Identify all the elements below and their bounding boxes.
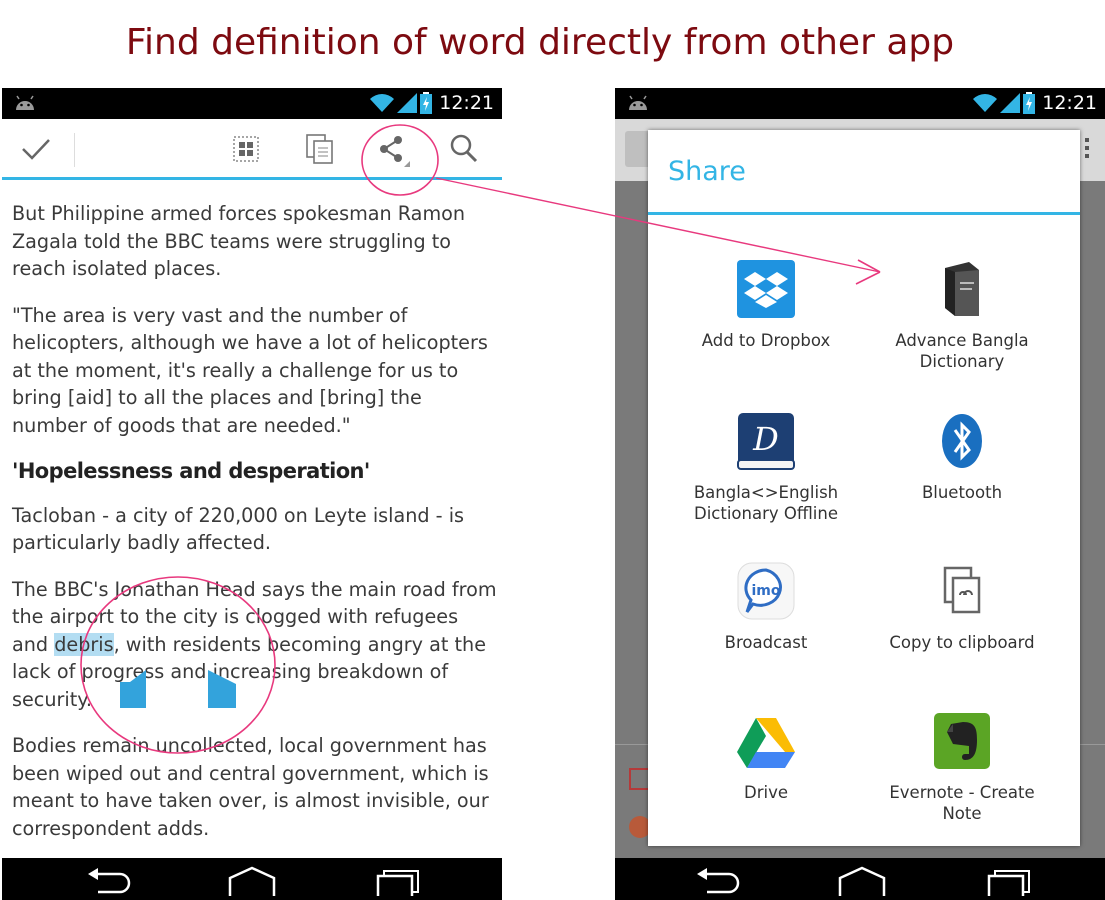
wifi-icon [370,94,395,112]
share-item-label: Broadcast [724,633,808,652]
svg-text:D: D [752,420,779,458]
article-heading: 'Hopelessness and desperation' [12,459,370,483]
selection-handles[interactable] [118,670,238,710]
back-icon[interactable] [84,866,132,896]
share-item-bangla-english-dictionary[interactable]: D Bangla<>English Dictionary Offline [676,410,856,524]
share-item-label: Bangla<>English Dictionary Offline [693,483,839,523]
share-item-advance-bangla[interactable]: Advance Bangla Dictionary [872,258,1052,372]
selection-handle-end[interactable] [208,670,236,708]
share-item-label: Bluetooth [921,483,1003,502]
drive-icon [737,718,795,768]
navigation-bar [615,858,1105,900]
share-dialog: Share Add to Dropbox Advance Bangla Dict… [648,130,1080,846]
article-paragraph: But Philippine armed forces spokesman Ra… [12,202,466,280]
toolbar-divider [74,133,75,167]
imo-icon: imo [737,562,795,620]
status-bar: 12:21 [615,88,1105,119]
share-dialog-title: Share [668,156,746,187]
share-icon[interactable] [374,131,410,167]
right-phone-screen: 12:21 Share Add to Dropbox Advance Bangl… [615,88,1105,900]
battery-icon [1023,92,1036,114]
action-bar [2,119,502,180]
home-icon[interactable] [837,866,887,896]
bluetooth-icon [942,414,982,468]
select-all-icon[interactable] [228,131,264,167]
share-item-bluetooth[interactable]: Bluetooth [872,410,1052,503]
selection-handle-start[interactable] [120,670,146,708]
dropbox-icon [737,260,795,318]
article-paragraph-with-selection[interactable]: The BBC's Jonathan Head says the main ro… [12,576,497,714]
share-item-drive[interactable]: Drive [676,710,856,803]
svg-text:imo: imo [751,583,780,599]
copy-icon[interactable] [302,131,338,167]
status-bar: 12:21 [2,88,502,119]
signal-icon [397,93,418,113]
android-icon [629,95,647,110]
status-time: 12:21 [439,92,494,114]
battery-icon [420,92,433,114]
left-phone-screen: 12:21 But Philippine armed forces spokes… [2,88,502,900]
back-icon[interactable] [693,866,741,896]
done-check-icon[interactable] [18,131,54,167]
article-body: But Philippine armed forces spokesman Ra… [12,200,497,861]
share-item-label: Evernote - Create Note [889,783,1035,823]
signal-icon [1000,93,1021,113]
headline: Find definition of word directly from ot… [125,22,955,63]
search-icon[interactable] [446,131,482,167]
share-item-dropbox[interactable]: Add to Dropbox [676,258,856,351]
selected-word[interactable]: debris [54,632,114,656]
share-item-label: Advance Bangla Dictionary [895,331,1029,371]
recent-apps-icon[interactable] [985,866,1035,896]
share-item-broadcast[interactable]: imo Broadcast [676,560,856,653]
share-item-evernote[interactable]: Evernote - Create Note [872,710,1052,824]
article-paragraph: "The area is very vast and the number of… [12,303,488,437]
recent-apps-icon[interactable] [374,866,424,896]
share-dialog-divider [648,212,1080,215]
status-time: 12:21 [1042,92,1097,114]
share-item-label: Add to Dropbox [701,331,831,350]
book-icon [945,262,979,316]
navigation-bar [2,858,502,900]
share-item-label: Drive [744,783,788,802]
dictionary-icon: D [737,413,795,470]
clipboard-icon [943,566,981,614]
article-paragraph: Tacloban - a city of 220,000 on Leyte is… [12,503,465,555]
evernote-icon [934,713,990,769]
home-icon[interactable] [227,866,277,896]
article-paragraph: Bodies remain uncollected, local governm… [12,734,489,840]
share-item-label: Copy to clipboard [889,633,1035,652]
overflow-menu-icon [1085,138,1089,158]
share-item-copy-clipboard[interactable]: Copy to clipboard [872,560,1052,653]
android-icon [16,95,34,110]
wifi-icon [973,94,998,112]
